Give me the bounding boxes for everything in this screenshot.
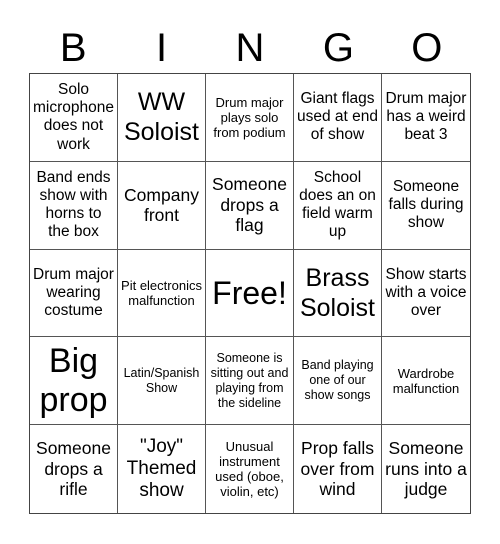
bingo-cell[interactable]: Giant flags used at end of show <box>294 74 382 162</box>
header-letter-o: O <box>411 26 443 70</box>
bingo-cell[interactable]: Drum major wearing costume <box>30 249 118 338</box>
free-space[interactable]: Free! <box>206 249 294 338</box>
bingo-card: Solo microphone does not work WW Soloist… <box>29 73 471 514</box>
bingo-cell[interactable]: Company front <box>118 161 206 250</box>
bingo-cell[interactable]: "Joy" Themed show <box>118 425 206 513</box>
bingo-cell[interactable]: Someone runs into a judge <box>382 425 470 513</box>
bingo-cell[interactable]: Big prop <box>30 337 118 426</box>
bingo-cell[interactable]: Wardrobe malfunction <box>382 337 470 426</box>
bingo-cell[interactable]: WW Soloist <box>118 74 206 162</box>
bingo-cell[interactable]: Someone falls during show <box>382 162 470 250</box>
bingo-cell[interactable]: Show starts with a voice over <box>382 250 470 338</box>
bingo-cell[interactable]: Drum major has a weird beat 3 <box>382 74 470 162</box>
bingo-header: B I N G O <box>29 22 471 74</box>
bingo-cell[interactable]: Someone drops a rifle <box>30 425 118 513</box>
bingo-cell[interactable]: Band playing one of our show songs <box>294 337 382 426</box>
bingo-cell[interactable]: Band ends show with horns to the box <box>30 161 118 250</box>
header-letter-g: G <box>322 26 354 70</box>
bingo-cell[interactable]: Drum major plays solo from podium <box>206 74 294 162</box>
bingo-cell[interactable]: Someone is sitting out and playing from … <box>206 337 294 426</box>
header-letter-b: B <box>59 26 87 70</box>
bingo-cell[interactable]: Someone drops a flag <box>206 161 294 250</box>
bingo-cell[interactable]: Solo microphone does not work <box>30 74 118 162</box>
header-letter-n: N <box>235 26 265 70</box>
bingo-cell[interactable]: School does an on field warm up <box>294 161 382 250</box>
bingo-cell[interactable]: Brass Soloist <box>294 249 382 338</box>
bingo-cell[interactable]: Prop falls over from wind <box>294 425 382 513</box>
bingo-cell[interactable]: Pit electronics malfunction <box>118 249 206 338</box>
bingo-cell[interactable]: Unusual instrument used (oboe, violin, e… <box>206 425 294 513</box>
bingo-cell[interactable]: Latin/Spanish Show <box>118 337 206 426</box>
header-letter-i: I <box>156 26 168 70</box>
